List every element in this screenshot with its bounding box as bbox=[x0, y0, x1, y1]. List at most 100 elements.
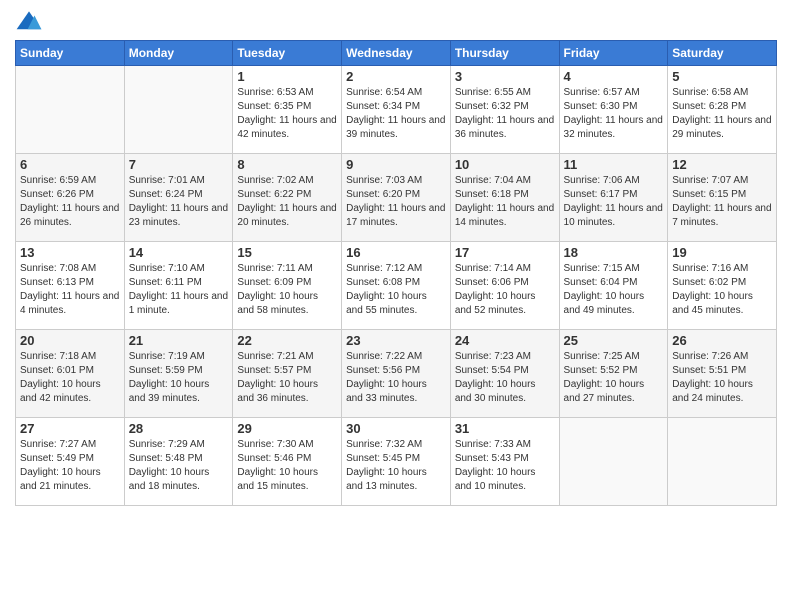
day-info: Sunrise: 7:02 AM Sunset: 6:22 PM Dayligh… bbox=[237, 174, 337, 230]
week-row-2: 6 Sunrise: 6:59 AM Sunset: 6:26 PM Daylig… bbox=[16, 154, 777, 242]
day-number: 26 bbox=[672, 333, 772, 348]
header-saturday: Saturday bbox=[668, 41, 777, 66]
cell-week3-day4: 17Sunrise: 7:14 AM Sunset: 6:06 PM Dayli… bbox=[450, 242, 559, 330]
cell-week4-day3: 23Sunrise: 7:22 AM Sunset: 5:56 PM Dayli… bbox=[342, 330, 451, 418]
cell-week2-day4: 10 Sunrise: 7:04 AM Sunset: 6:18 PM Dayli… bbox=[450, 154, 559, 242]
calendar-table: SundayMondayTuesdayWednesdayThursdayFrid… bbox=[15, 40, 777, 506]
day-info: Sunrise: 7:06 AM Sunset: 6:17 PM Dayligh… bbox=[564, 174, 664, 230]
day-number: 19 bbox=[672, 245, 772, 260]
cell-week4-day2: 22 Sunrise: 7:21 AM Sunset: 5:57 PM Dayli… bbox=[233, 330, 342, 418]
day-info: Sunrise: 7:03 AM Sunset: 6:20 PM Dayligh… bbox=[346, 174, 446, 230]
day-info: Sunrise: 7:16 AM Sunset: 6:02 PM Dayligh… bbox=[672, 262, 772, 318]
day-number: 24 bbox=[455, 333, 555, 348]
day-info: Sunrise: 6:57 AM Sunset: 6:30 PM Dayligh… bbox=[564, 86, 664, 142]
day-number: 23 bbox=[346, 333, 446, 348]
day-info: Sunrise: 7:26 AM Sunset: 5:51 PM Dayligh… bbox=[672, 350, 772, 406]
cell-week1-day1 bbox=[124, 66, 233, 154]
day-number: 4 bbox=[564, 69, 664, 84]
day-info: Sunrise: 7:07 AM Sunset: 6:15 PM Dayligh… bbox=[672, 174, 772, 230]
day-number: 25 bbox=[564, 333, 664, 348]
cell-week1-day4: 3 Sunrise: 6:55 AM Sunset: 6:32 PM Daylig… bbox=[450, 66, 559, 154]
week-row-4: 20 Sunrise: 7:18 AM Sunset: 6:01 PM Dayli… bbox=[16, 330, 777, 418]
day-info: Sunrise: 6:53 AM Sunset: 6:35 PM Dayligh… bbox=[237, 86, 337, 142]
day-number: 16 bbox=[346, 245, 446, 260]
cell-week2-day2: 8 Sunrise: 7:02 AM Sunset: 6:22 PM Daylig… bbox=[233, 154, 342, 242]
day-number: 10 bbox=[455, 157, 555, 172]
header-tuesday: Tuesday bbox=[233, 41, 342, 66]
day-info: Sunrise: 7:27 AM Sunset: 5:49 PM Dayligh… bbox=[20, 438, 120, 494]
cell-week2-day0: 6 Sunrise: 6:59 AM Sunset: 6:26 PM Daylig… bbox=[16, 154, 125, 242]
day-number: 7 bbox=[129, 157, 229, 172]
cell-week3-day2: 15 Sunrise: 7:11 AM Sunset: 6:09 PM Dayli… bbox=[233, 242, 342, 330]
day-number: 9 bbox=[346, 157, 446, 172]
cell-week1-day6: 5 Sunrise: 6:58 AM Sunset: 6:28 PM Daylig… bbox=[668, 66, 777, 154]
cell-week2-day6: 12 Sunrise: 7:07 AM Sunset: 6:15 PM Dayli… bbox=[668, 154, 777, 242]
cell-week4-day6: 26 Sunrise: 7:26 AM Sunset: 5:51 PM Dayli… bbox=[668, 330, 777, 418]
day-number: 20 bbox=[20, 333, 120, 348]
cell-week2-day3: 9 Sunrise: 7:03 AM Sunset: 6:20 PM Daylig… bbox=[342, 154, 451, 242]
cell-week3-day1: 14 Sunrise: 7:10 AM Sunset: 6:11 PM Dayli… bbox=[124, 242, 233, 330]
cell-week2-day5: 11 Sunrise: 7:06 AM Sunset: 6:17 PM Dayli… bbox=[559, 154, 668, 242]
day-info: Sunrise: 7:19 AM Sunset: 5:59 PM Dayligh… bbox=[129, 350, 229, 406]
day-info: Sunrise: 7:23 AM Sunset: 5:54 PM Dayligh… bbox=[455, 350, 555, 406]
day-info: Sunrise: 7:11 AM Sunset: 6:09 PM Dayligh… bbox=[237, 262, 337, 318]
day-number: 22 bbox=[237, 333, 337, 348]
day-info: Sunrise: 7:18 AM Sunset: 6:01 PM Dayligh… bbox=[20, 350, 120, 406]
cell-week1-day2: 1 Sunrise: 6:53 AM Sunset: 6:35 PM Daylig… bbox=[233, 66, 342, 154]
day-number: 13 bbox=[20, 245, 120, 260]
day-info: Sunrise: 7:29 AM Sunset: 5:48 PM Dayligh… bbox=[129, 438, 229, 494]
day-number: 3 bbox=[455, 69, 555, 84]
logo-icon bbox=[15, 10, 43, 32]
day-info: Sunrise: 7:30 AM Sunset: 5:46 PM Dayligh… bbox=[237, 438, 337, 494]
day-number: 27 bbox=[20, 421, 120, 436]
day-info: Sunrise: 7:10 AM Sunset: 6:11 PM Dayligh… bbox=[129, 262, 229, 318]
cell-week3-day6: 19 Sunrise: 7:16 AM Sunset: 6:02 PM Dayli… bbox=[668, 242, 777, 330]
cell-week3-day0: 13Sunrise: 7:08 AM Sunset: 6:13 PM Dayli… bbox=[16, 242, 125, 330]
cell-week4-day5: 25 Sunrise: 7:25 AM Sunset: 5:52 PM Dayli… bbox=[559, 330, 668, 418]
cell-week4-day1: 21Sunrise: 7:19 AM Sunset: 5:59 PM Dayli… bbox=[124, 330, 233, 418]
cell-week1-day0 bbox=[16, 66, 125, 154]
day-info: Sunrise: 6:58 AM Sunset: 6:28 PM Dayligh… bbox=[672, 86, 772, 142]
header-thursday: Thursday bbox=[450, 41, 559, 66]
cell-week4-day0: 20 Sunrise: 7:18 AM Sunset: 6:01 PM Dayli… bbox=[16, 330, 125, 418]
day-info: Sunrise: 7:32 AM Sunset: 5:45 PM Dayligh… bbox=[346, 438, 446, 494]
week-row-3: 13Sunrise: 7:08 AM Sunset: 6:13 PM Dayli… bbox=[16, 242, 777, 330]
day-number: 12 bbox=[672, 157, 772, 172]
header-sunday: Sunday bbox=[16, 41, 125, 66]
cell-week4-day4: 24 Sunrise: 7:23 AM Sunset: 5:54 PM Dayli… bbox=[450, 330, 559, 418]
day-number: 14 bbox=[129, 245, 229, 260]
day-number: 8 bbox=[237, 157, 337, 172]
cell-week5-day2: 29 Sunrise: 7:30 AM Sunset: 5:46 PM Dayli… bbox=[233, 418, 342, 506]
cell-week1-day3: 2 Sunrise: 6:54 AM Sunset: 6:34 PM Daylig… bbox=[342, 66, 451, 154]
week-row-1: 1 Sunrise: 6:53 AM Sunset: 6:35 PM Daylig… bbox=[16, 66, 777, 154]
page-header bbox=[15, 10, 777, 32]
week-row-5: 27 Sunrise: 7:27 AM Sunset: 5:49 PM Dayli… bbox=[16, 418, 777, 506]
header-monday: Monday bbox=[124, 41, 233, 66]
day-info: Sunrise: 6:59 AM Sunset: 6:26 PM Dayligh… bbox=[20, 174, 120, 230]
logo bbox=[15, 10, 47, 32]
day-info: Sunrise: 7:33 AM Sunset: 5:43 PM Dayligh… bbox=[455, 438, 555, 494]
day-number: 18 bbox=[564, 245, 664, 260]
cell-week5-day3: 30Sunrise: 7:32 AM Sunset: 5:45 PM Dayli… bbox=[342, 418, 451, 506]
day-info: Sunrise: 6:54 AM Sunset: 6:34 PM Dayligh… bbox=[346, 86, 446, 142]
day-number: 2 bbox=[346, 69, 446, 84]
header-friday: Friday bbox=[559, 41, 668, 66]
header-wednesday: Wednesday bbox=[342, 41, 451, 66]
day-number: 15 bbox=[237, 245, 337, 260]
day-number: 31 bbox=[455, 421, 555, 436]
day-info: Sunrise: 7:25 AM Sunset: 5:52 PM Dayligh… bbox=[564, 350, 664, 406]
day-number: 6 bbox=[20, 157, 120, 172]
day-info: Sunrise: 6:55 AM Sunset: 6:32 PM Dayligh… bbox=[455, 86, 555, 142]
day-info: Sunrise: 7:01 AM Sunset: 6:24 PM Dayligh… bbox=[129, 174, 229, 230]
day-info: Sunrise: 7:21 AM Sunset: 5:57 PM Dayligh… bbox=[237, 350, 337, 406]
cell-week3-day5: 18Sunrise: 7:15 AM Sunset: 6:04 PM Dayli… bbox=[559, 242, 668, 330]
day-number: 11 bbox=[564, 157, 664, 172]
cell-week5-day0: 27 Sunrise: 7:27 AM Sunset: 5:49 PM Dayli… bbox=[16, 418, 125, 506]
day-number: 29 bbox=[237, 421, 337, 436]
day-number: 28 bbox=[129, 421, 229, 436]
day-info: Sunrise: 7:04 AM Sunset: 6:18 PM Dayligh… bbox=[455, 174, 555, 230]
day-number: 1 bbox=[237, 69, 337, 84]
cell-week2-day1: 7 Sunrise: 7:01 AM Sunset: 6:24 PM Daylig… bbox=[124, 154, 233, 242]
cell-week3-day3: 16Sunrise: 7:12 AM Sunset: 6:08 PM Dayli… bbox=[342, 242, 451, 330]
day-number: 5 bbox=[672, 69, 772, 84]
